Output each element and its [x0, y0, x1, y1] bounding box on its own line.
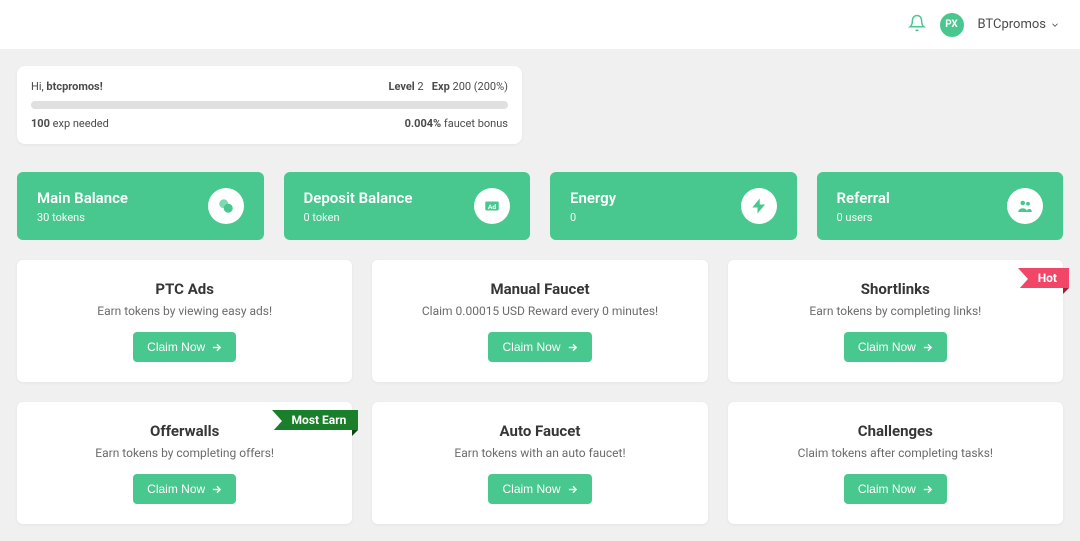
- claim-now-button[interactable]: Claim Now: [844, 474, 947, 504]
- card-title: PTC Ads: [33, 280, 336, 298]
- bolt-icon: [741, 188, 777, 224]
- card-desc: Earn tokens by completing links!: [744, 304, 1047, 318]
- stat-title: Referral: [837, 189, 890, 207]
- arrow-right-icon: [567, 342, 578, 353]
- hot-ribbon: Hot: [1018, 268, 1069, 288]
- chevron-down-icon: [1050, 20, 1060, 30]
- user-menu[interactable]: BTCpromos: [978, 17, 1061, 32]
- card-desc: Earn tokens with an auto faucet!: [388, 446, 691, 460]
- auto-faucet-card: Auto Faucet Earn tokens with an auto fau…: [372, 402, 707, 524]
- main-balance-card: Main Balance 30 tokens: [17, 172, 264, 240]
- avatar: PX: [940, 13, 964, 37]
- claim-now-button[interactable]: Claim Now: [133, 332, 236, 362]
- card-desc: Earn tokens by viewing easy ads!: [33, 304, 336, 318]
- arrow-right-icon: [922, 342, 933, 353]
- greeting-text: Hi, btcpromos!: [31, 80, 103, 93]
- top-header: PX BTCpromos: [0, 0, 1080, 49]
- stat-title: Deposit Balance: [304, 189, 413, 207]
- stat-value: 0 token: [304, 211, 413, 224]
- stat-value: 0: [570, 211, 616, 224]
- offerwalls-card: Most Earn Offerwalls Earn tokens by comp…: [17, 402, 352, 524]
- username-label: BTCpromos: [978, 17, 1047, 32]
- level-exp-text: Level 2 Exp 200 (200%): [389, 80, 509, 93]
- stat-value: 30 tokens: [37, 211, 128, 224]
- claim-now-button[interactable]: Claim Now: [488, 332, 591, 362]
- stat-value: 0 users: [837, 211, 890, 224]
- svg-text:Ad: Ad: [488, 203, 497, 211]
- stat-title: Energy: [570, 189, 616, 207]
- coins-icon: [208, 188, 244, 224]
- referral-card: Referral 0 users: [817, 172, 1064, 240]
- card-desc: Claim 0.00015 USD Reward every 0 minutes…: [388, 304, 691, 318]
- manual-faucet-card: Manual Faucet Claim 0.00015 USD Reward e…: [372, 260, 707, 382]
- card-desc: Claim tokens after completing tasks!: [744, 446, 1047, 460]
- experience-progress-bar: [31, 101, 508, 109]
- energy-card: Energy 0: [550, 172, 797, 240]
- card-desc: Earn tokens by completing offers!: [33, 446, 336, 460]
- arrow-right-icon: [211, 342, 222, 353]
- card-title: Auto Faucet: [388, 422, 691, 440]
- most-earn-ribbon: Most Earn: [272, 410, 359, 430]
- claim-now-button[interactable]: Claim Now: [844, 332, 947, 362]
- ad-icon: Ad: [474, 188, 510, 224]
- claim-now-button[interactable]: Claim Now: [133, 474, 236, 504]
- users-icon: [1007, 188, 1043, 224]
- arrow-right-icon: [567, 484, 578, 495]
- experience-card: Hi, btcpromos! Level 2 Exp 200 (200%) 10…: [17, 66, 522, 144]
- card-title: Manual Faucet: [388, 280, 691, 298]
- card-title: Shortlinks: [744, 280, 1047, 298]
- arrow-right-icon: [922, 484, 933, 495]
- claim-now-button[interactable]: Claim Now: [488, 474, 591, 504]
- deposit-balance-card: Deposit Balance 0 token Ad: [284, 172, 531, 240]
- exp-needed-text: 100 exp needed: [31, 117, 109, 130]
- shortlinks-card: Hot Shortlinks Earn tokens by completing…: [728, 260, 1063, 382]
- stat-title: Main Balance: [37, 189, 128, 207]
- faucet-bonus-text: 0.004% faucet bonus: [405, 117, 508, 130]
- ptc-ads-card: PTC Ads Earn tokens by viewing easy ads!…: [17, 260, 352, 382]
- notification-bell-icon[interactable]: [908, 14, 926, 36]
- card-title: Challenges: [744, 422, 1047, 440]
- arrow-right-icon: [211, 484, 222, 495]
- challenges-card: Challenges Claim tokens after completing…: [728, 402, 1063, 524]
